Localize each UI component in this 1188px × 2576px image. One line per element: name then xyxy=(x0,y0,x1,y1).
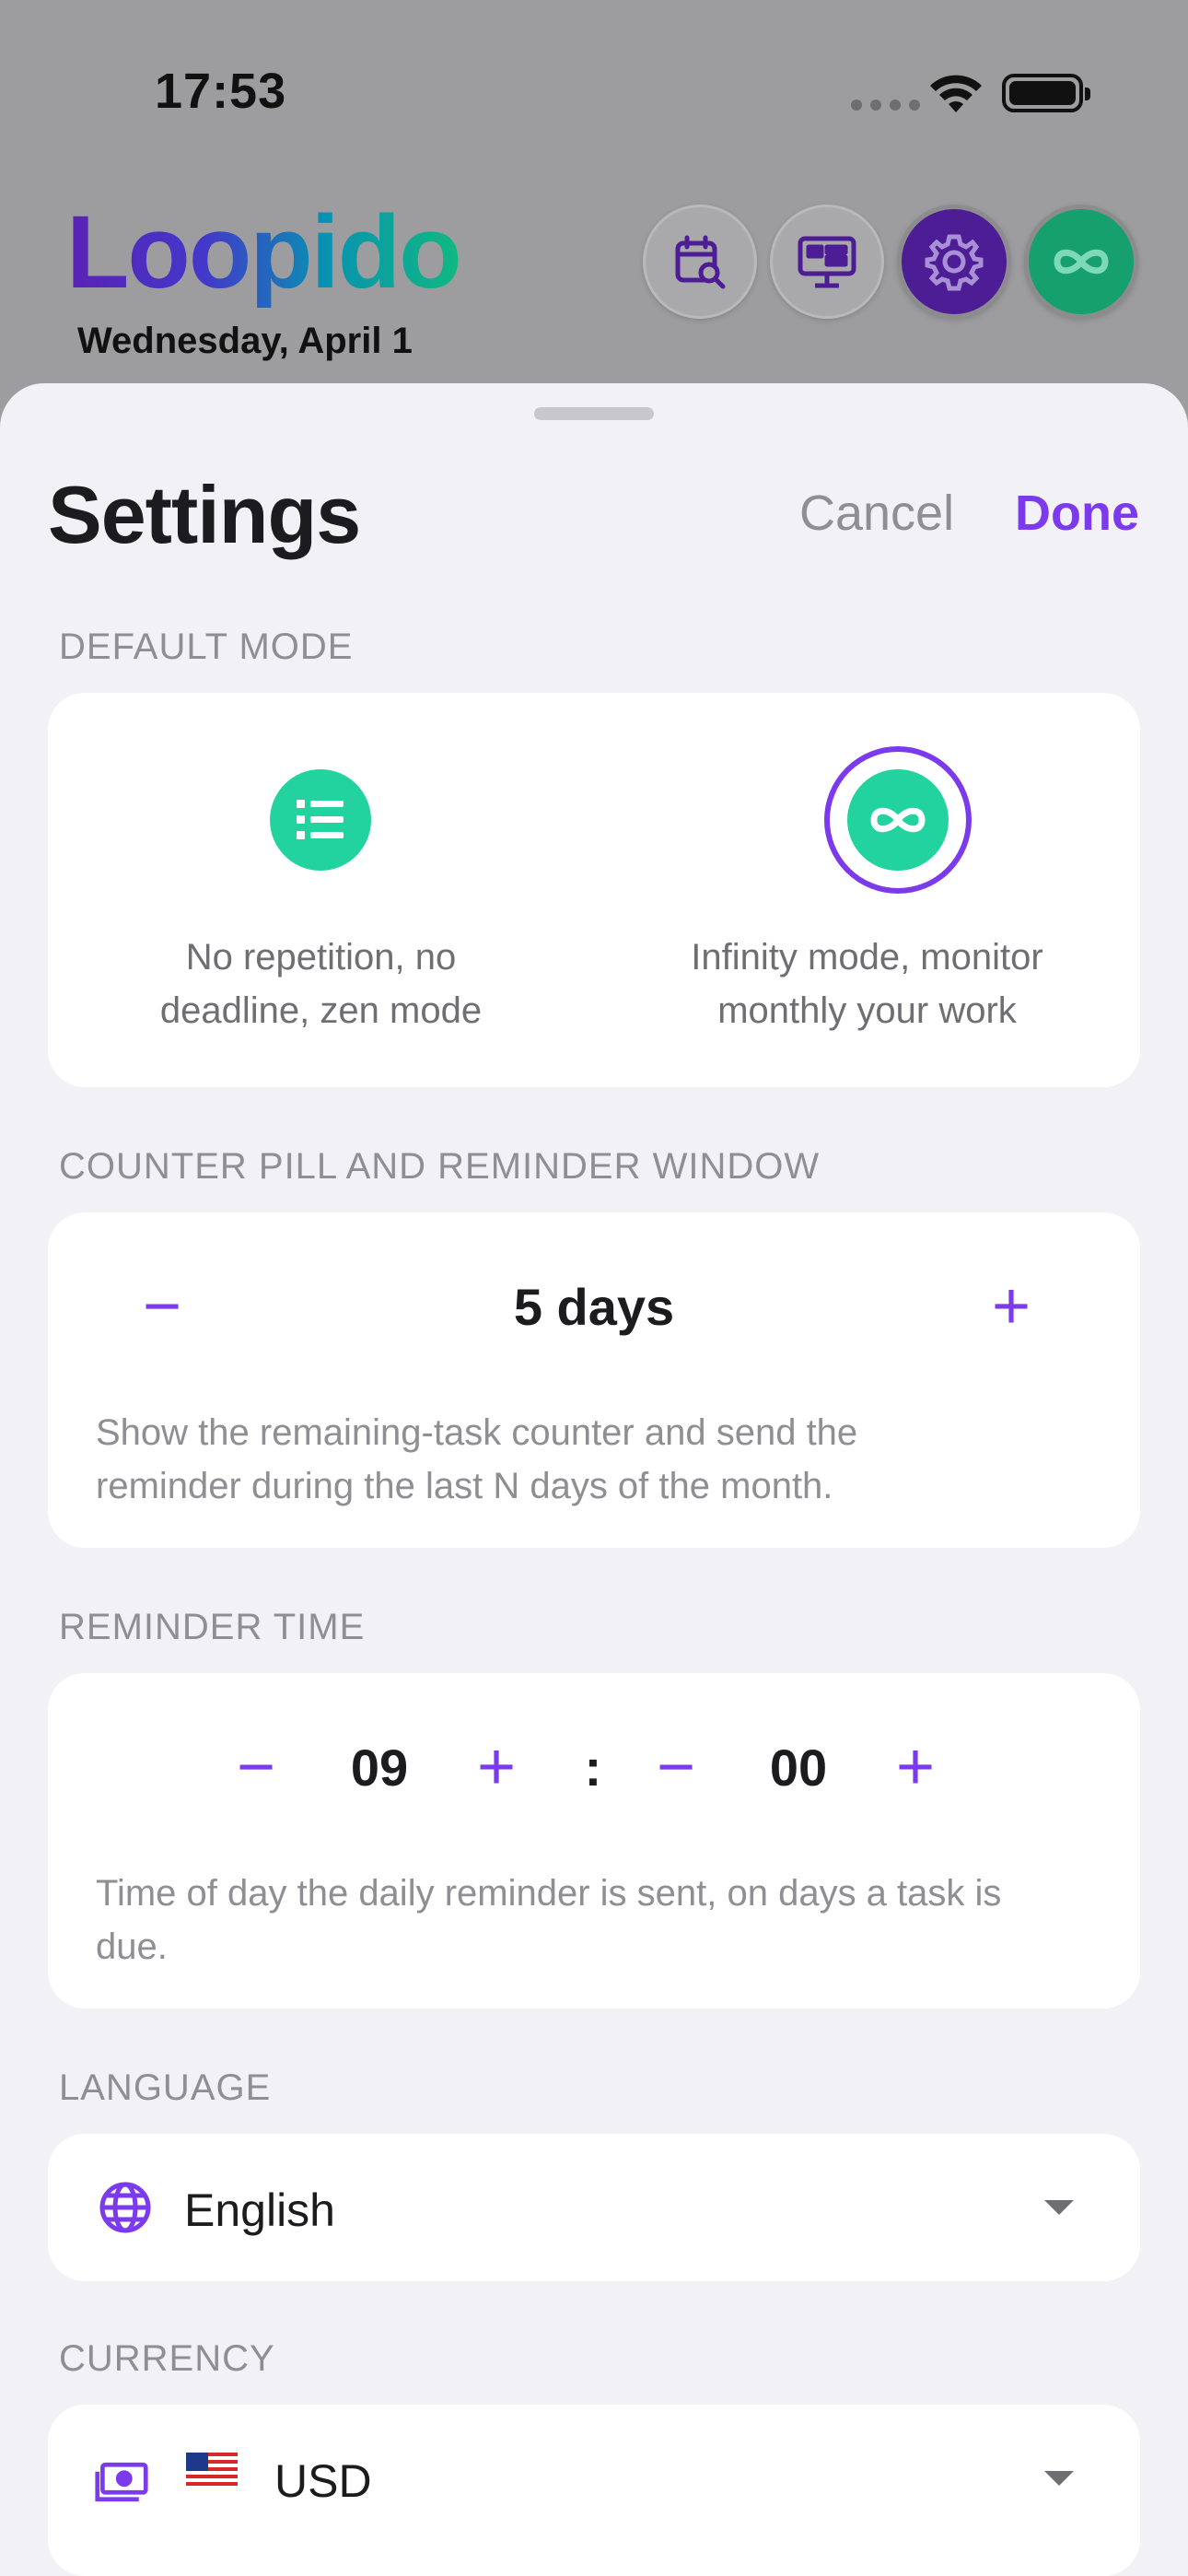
minute-value: 00 xyxy=(769,1739,828,1797)
hour-value: 09 xyxy=(350,1739,409,1797)
mode-option-zen[interactable]: No repetition, no deadline, zen mode xyxy=(48,693,594,1087)
currency-card: USD xyxy=(48,2405,1140,2576)
mode-description-line: Infinity mode, monitor xyxy=(691,937,1043,978)
status-bar: 17:53 xyxy=(0,0,1188,184)
calendar-search-icon xyxy=(675,235,726,289)
list-icon xyxy=(297,800,344,839)
counter-window-label: COUNTER PILL AND REMINDER WINDOW xyxy=(59,1146,821,1187)
description-line: reminder during the last N days of the m… xyxy=(96,1466,833,1506)
dashboard-button[interactable] xyxy=(770,205,884,319)
us-flag-icon xyxy=(186,2453,238,2489)
default-mode-card: No repetition, no deadline, zen mode Inf… xyxy=(48,693,1140,1087)
hour-decrement-button[interactable]: − xyxy=(219,1734,293,1800)
chevron-down-icon xyxy=(1044,2471,1074,2486)
reminder-time-label: REMINDER TIME xyxy=(59,1607,366,1647)
page-title: Settings xyxy=(48,469,361,560)
settings-button[interactable] xyxy=(897,205,1011,319)
hour-increment-button[interactable]: + xyxy=(460,1734,533,1800)
mode-description-line: monthly your work xyxy=(717,990,1017,1031)
description-line: Time of day the daily reminder is sent, … xyxy=(96,1873,1002,1914)
cellular-signal-icon xyxy=(851,100,920,111)
settings-sheet: Settings Cancel Done DEFAULT MODE No rep… xyxy=(0,383,1188,2576)
sheet-grabber[interactable] xyxy=(534,407,654,420)
language-picker[interactable]: English xyxy=(48,2134,1140,2281)
mode-description: Infinity mode, monitor monthly your work xyxy=(594,931,1140,1037)
mode-icon-wrapper xyxy=(247,746,394,894)
description-line: due. xyxy=(96,1926,168,1967)
globe-icon xyxy=(98,2180,153,2235)
wifi-icon xyxy=(930,75,982,112)
days-value: 5 days xyxy=(513,1278,675,1336)
status-time: 17:53 xyxy=(155,64,287,119)
infinity-icon xyxy=(1054,249,1109,275)
chevron-down-icon xyxy=(1044,2200,1074,2215)
currency-value: USD xyxy=(274,2455,372,2507)
logo-text: Loopido xyxy=(66,194,462,310)
language-value: English xyxy=(184,2184,335,2236)
app-logo: Loopido xyxy=(66,197,481,308)
language-card: English xyxy=(48,2134,1140,2281)
days-increment-button[interactable]: + xyxy=(974,1273,1048,1340)
days-decrement-button[interactable]: − xyxy=(125,1273,199,1340)
mode-description: No repetition, no deadline, zen mode xyxy=(48,931,594,1037)
current-date: Wednesday, April 1 xyxy=(77,321,413,361)
money-icon xyxy=(94,2454,149,2510)
default-mode-label: DEFAULT MODE xyxy=(59,626,354,667)
currency-label: CURRENCY xyxy=(59,2338,275,2379)
counter-window-description: Show the remaining-task counter and send… xyxy=(96,1406,1100,1513)
counter-window-card: − 5 days + Show the remaining-task count… xyxy=(48,1212,1140,1548)
reminder-time-card: − 09 + : − 00 + Time of day the daily re… xyxy=(48,1673,1140,2008)
minute-decrement-button[interactable]: − xyxy=(639,1734,713,1800)
mode-description-line: No repetition, no xyxy=(185,937,457,978)
infinity-icon xyxy=(870,807,926,833)
calendar-search-button[interactable] xyxy=(643,205,757,319)
battery-icon xyxy=(1002,74,1090,112)
gear-icon xyxy=(925,234,984,291)
done-button[interactable]: Done xyxy=(1015,485,1139,542)
language-label: LANGUAGE xyxy=(59,2067,272,2108)
infinity-mode-button[interactable] xyxy=(1024,205,1138,319)
time-separator: : xyxy=(584,1739,602,1797)
reminder-time-description: Time of day the daily reminder is sent, … xyxy=(96,1867,1100,1973)
dashboard-icon xyxy=(798,236,856,288)
mode-option-infinity[interactable]: Infinity mode, monitor monthly your work xyxy=(594,693,1140,1087)
currency-picker[interactable]: USD xyxy=(48,2405,1140,2552)
mode-description-line: deadline, zen mode xyxy=(159,990,483,1031)
minute-increment-button[interactable]: + xyxy=(879,1734,952,1800)
cancel-button[interactable]: Cancel xyxy=(799,485,954,542)
mode-icon-wrapper-selected xyxy=(824,746,972,894)
description-line: Show the remaining-task counter and send… xyxy=(96,1412,858,1453)
